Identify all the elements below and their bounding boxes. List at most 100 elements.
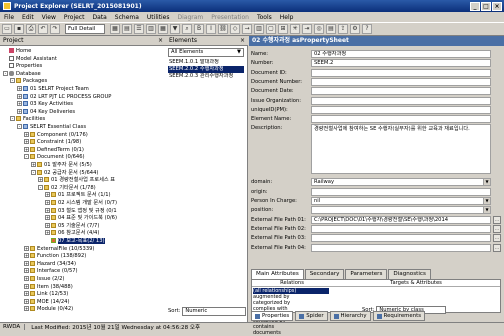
tree-item[interactable]: - Facilities (10, 116, 45, 123)
tree-item[interactable]: - SELRT Essential Class (17, 124, 86, 131)
menu-schema[interactable]: Schema (115, 14, 139, 21)
chevron-down-icon[interactable]: ▼ (483, 179, 490, 186)
property-value-field[interactable] (311, 105, 491, 114)
property-value-field[interactable] (311, 224, 491, 233)
print-icon[interactable]: ⎙ (26, 24, 36, 34)
help-icon[interactable]: ? (362, 24, 372, 34)
new-icon[interactable]: ▭ (2, 24, 12, 34)
state-icon[interactable]: ◎ (314, 24, 324, 34)
tree-item[interactable]: + Item (38/488) (24, 283, 73, 291)
flow-icon[interactable]: → (242, 24, 252, 34)
collapse-icon[interactable]: - (10, 78, 15, 84)
link-icon[interactable]: ⛓ (218, 24, 228, 34)
expand-icon[interactable]: + (38, 177, 43, 183)
tab-parameters[interactable]: Parameters (345, 269, 388, 279)
expand-icon[interactable]: + (45, 207, 50, 213)
tree-item[interactable]: + Issue (2/2) (24, 276, 64, 283)
menu-project[interactable]: Project (64, 14, 85, 21)
expand-icon[interactable]: + (45, 230, 50, 236)
tree-icon[interactable]: ▥ (146, 24, 156, 34)
minimize-button[interactable]: _ (470, 1, 480, 11)
description-field[interactable]: 경량전철사업에 참여하는 SE 수행자(실무자)를 위한 교육과 재료입니다. (311, 124, 491, 175)
tree-item[interactable]: +02 LRT PJT LC PROCESS GROUP (17, 93, 111, 101)
collapse-icon[interactable]: - (10, 116, 15, 122)
tree-item[interactable]: - Packages (10, 78, 47, 85)
tab-diagnostics[interactable]: Diagnostics (388, 269, 431, 279)
diagram-icon[interactable]: ◇ (230, 24, 240, 34)
italic-icon[interactable]: I (206, 24, 216, 34)
tree-item[interactable]: + MOE (14/24) (24, 298, 69, 306)
detail-level-select[interactable]: Full Detail (65, 24, 105, 34)
tree-item[interactable]: + ExternalFile (10/5339) (24, 245, 94, 253)
expand-icon[interactable]: + (24, 268, 29, 274)
expand-icon[interactable]: + (24, 139, 29, 145)
close-button[interactable]: × (492, 1, 502, 11)
tree-item[interactable]: +01 경량전철사업 프로세스 표 (38, 177, 115, 184)
expand-icon[interactable]: + (24, 283, 29, 289)
expand-icon[interactable]: + (17, 108, 22, 114)
tree-item[interactable]: + DefinedTerm (0/1) (24, 146, 84, 154)
tab-hierarchy[interactable]: Hierarchy (329, 311, 371, 321)
property-value-field[interactable]: Railway ▼ (311, 178, 491, 187)
tree-item[interactable]: + Module (0/42) (24, 306, 73, 313)
browse-button[interactable]: … (493, 224, 501, 233)
expand-icon[interactable]: + (24, 131, 29, 137)
tab-properties[interactable]: Properties (251, 311, 294, 321)
tree-item[interactable]: +04 표준 및 가이드북 (0/6) (45, 215, 117, 222)
tree-item[interactable]: +03 철도 앱정 및 규정 (0/1 (45, 207, 117, 215)
chevron-down-icon[interactable]: ▼ (483, 198, 490, 204)
close-icon[interactable]: × (158, 36, 163, 45)
report-icon[interactable]: ▤ (326, 24, 336, 34)
expand-icon[interactable]: + (45, 222, 50, 228)
menu-view[interactable]: View (42, 14, 56, 21)
save-icon[interactable]: ▪ (14, 24, 24, 34)
menu-diagram[interactable]: Diagram (178, 14, 204, 21)
expand-icon[interactable]: + (17, 86, 22, 91)
sequence-icon[interactable]: ⇥ (302, 24, 312, 34)
collapse-icon[interactable]: - (3, 70, 8, 76)
export-icon[interactable]: ⇪ (338, 24, 348, 34)
menu-tools[interactable]: Tools (257, 14, 272, 21)
expand-icon[interactable]: + (24, 298, 29, 304)
undo-icon[interactable]: ↶ (38, 24, 48, 34)
tree-item[interactable]: +03 Key Activities (17, 101, 73, 108)
list-icon[interactable]: ☰ (134, 24, 144, 34)
collapse-icon[interactable]: - (38, 184, 43, 190)
element-list-item[interactable]: SEEM.2.0.2 수행자과정 (168, 66, 244, 73)
tree-item[interactable]: - 02 공급자 문서 (5/644) (31, 169, 98, 177)
collapse-icon[interactable]: - (24, 154, 29, 160)
property-value-field[interactable] (311, 77, 491, 86)
property-value-field[interactable] (311, 96, 491, 105)
property-value-field[interactable] (311, 68, 491, 77)
menu-data[interactable]: Data (92, 14, 106, 21)
element-list-item[interactable]: SEEM.2.0.3 관리수행자과정 (168, 73, 244, 80)
property-value-field[interactable]: 02 수행자과정 (311, 50, 491, 58)
chart-icon[interactable]: ▥ (254, 24, 264, 34)
tab-requirements[interactable]: Requirements (372, 311, 426, 321)
expand-icon[interactable]: + (17, 93, 22, 99)
tree-item[interactable]: + Link (12/53) (24, 291, 68, 298)
tree-item[interactable]: + Component (0/176) (24, 131, 88, 139)
property-value-field[interactable]: nil ▼ (311, 197, 491, 205)
menu-edit[interactable]: Edit (22, 14, 34, 21)
expand-icon[interactable]: + (24, 146, 29, 152)
tree-item[interactable]: Home (3, 48, 31, 55)
tree-item[interactable]: +06 참고문서 (4/4) (45, 230, 99, 237)
view-icon[interactable]: ▦ (110, 24, 120, 34)
expand-icon[interactable]: + (24, 245, 29, 251)
expand-icon[interactable]: + (45, 215, 50, 221)
property-value-field[interactable] (311, 115, 491, 124)
expand-icon[interactable]: + (45, 192, 50, 198)
tree-item[interactable]: Properties (3, 63, 42, 70)
tree-item[interactable]: 07 보고-목표(2/ 13) (45, 238, 105, 245)
table-icon[interactable]: ▦ (158, 24, 168, 34)
tree-item[interactable]: +01 프로젝트 문서 (1/1) (45, 192, 111, 199)
tree-item[interactable]: +01 발주자 문서 (5/5) (31, 162, 92, 169)
menu-presentation[interactable]: Presentation (211, 14, 249, 21)
expand-icon[interactable]: + (45, 200, 50, 205)
hierarchy-icon[interactable]: ⊞ (278, 24, 288, 34)
tree-item[interactable]: + Constraint (1/98) (24, 139, 81, 146)
tree-item[interactable]: +05 기술문서 (7/7) (45, 222, 99, 230)
collapse-icon[interactable]: - (17, 124, 22, 129)
tab-main-attributes[interactable]: Main Attributes (251, 269, 304, 279)
